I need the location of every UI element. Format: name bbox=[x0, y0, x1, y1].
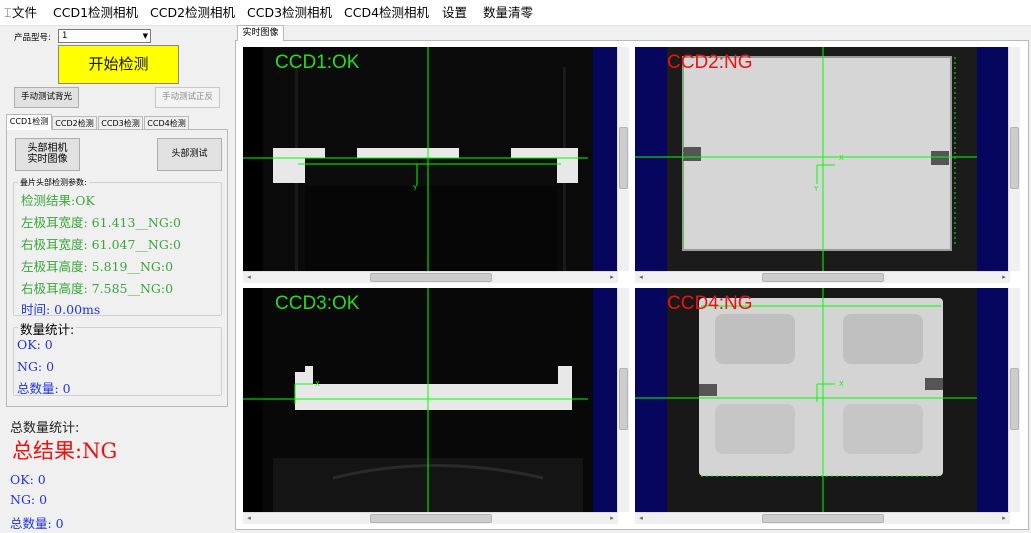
svg-text:X: X bbox=[839, 380, 844, 388]
ccd2-vscroll-thumb[interactable] bbox=[1010, 127, 1019, 189]
menu-bar: ⌶ 文件 CCD1检测相机 CCD2检测相机 CCD3检测相机 CCD4检测相机… bbox=[0, 0, 1031, 26]
total-count-text: 总数量: 0 bbox=[17, 381, 71, 396]
menu-ccd1-camera[interactable]: CCD1检测相机 bbox=[53, 5, 138, 21]
scroll-right-icon[interactable]: ▸ bbox=[998, 512, 1010, 524]
scroll-left-icon[interactable]: ◂ bbox=[243, 512, 255, 524]
tab-ccd3-detect[interactable]: CCD3检测 bbox=[98, 116, 143, 130]
left-panel: 产品型号: 1 ▼ 开始检测 手动测试背光 手动测试正反 CCD1检测 CCD2… bbox=[4, 27, 229, 531]
left-tab-width-text: 左极耳宽度: 61.413__NG:0 bbox=[21, 215, 182, 230]
tab-ccd1-detect[interactable]: CCD1检测 bbox=[6, 114, 52, 130]
scroll-left-icon[interactable]: ◂ bbox=[243, 271, 255, 283]
scroll-right-icon[interactable]: ▸ bbox=[606, 512, 618, 524]
ccd2-image-viewer[interactable]: X Y CCD2:NG bbox=[635, 47, 1017, 271]
total-all-text: 总数量: 0 bbox=[10, 516, 64, 531]
svg-text:X: X bbox=[839, 154, 844, 162]
svg-text:Y: Y bbox=[813, 185, 819, 193]
ccd4-horizontal-scrollbar[interactable]: ◂ ▸ bbox=[635, 512, 1010, 524]
start-detection-button[interactable]: 开始检测 bbox=[58, 45, 179, 84]
tab-ccd2-detect[interactable]: CCD2检测 bbox=[52, 116, 97, 130]
menu-ccd3-camera[interactable]: CCD3检测相机 bbox=[247, 5, 332, 21]
ccd1-status-label: CCD1:OK bbox=[275, 52, 360, 73]
ccd3-status-label: CCD3:OK bbox=[275, 293, 360, 314]
svg-text:X: X bbox=[315, 380, 320, 388]
ccd3-image-viewer[interactable]: X CCD3:OK bbox=[243, 288, 626, 512]
ccd3-hscroll-thumb[interactable] bbox=[370, 514, 492, 523]
menu-ccd4-camera[interactable]: CCD4检测相机 bbox=[344, 5, 429, 21]
ccd1-horizontal-scrollbar[interactable]: ◂ ▸ bbox=[243, 271, 618, 283]
menu-settings[interactable]: 设置 bbox=[442, 5, 467, 21]
ccd3-vscroll-thumb[interactable] bbox=[619, 368, 628, 430]
count-group-title: 数量统计: bbox=[18, 319, 77, 338]
params-groupbox: 叠片头部检测参数: 检测结果:OK 左极耳宽度: 61.413__NG:0 右极… bbox=[13, 177, 222, 317]
ccd2-horizontal-scrollbar[interactable]: ◂ ▸ bbox=[635, 271, 1010, 283]
tab-panel-ccd1: 头部相机 实时图像 头部测试 叠片头部检测参数: 检测结果:OK 左极耳宽度: … bbox=[6, 129, 228, 407]
total-ok-text: OK: 0 bbox=[10, 472, 46, 487]
total-stats-title: 总数量统计: bbox=[10, 421, 80, 436]
ccd2-status-label: CCD2:NG bbox=[667, 52, 753, 73]
params-group-title: 叠片头部检测参数: bbox=[18, 177, 89, 188]
ccd2-vertical-scrollbar[interactable] bbox=[1008, 47, 1020, 271]
scroll-right-icon[interactable]: ▸ bbox=[998, 271, 1010, 283]
ccd2-image: X Y bbox=[635, 47, 1017, 271]
menu-file[interactable]: 文件 bbox=[12, 5, 37, 21]
ccd3-horizontal-scrollbar[interactable]: ◂ ▸ bbox=[243, 512, 618, 524]
ccd1-image: Y bbox=[243, 47, 626, 271]
manual-backlight-test-button[interactable]: 手动测试背光 bbox=[14, 87, 79, 108]
head-test-button[interactable]: 头部测试 bbox=[157, 138, 222, 171]
detect-result-text: 检测结果:OK bbox=[21, 193, 95, 208]
text-cursor-icon: ⌶ bbox=[4, 5, 12, 20]
right-tab-width-text: 右极耳宽度: 61.047__NG:0 bbox=[21, 237, 182, 252]
ng-count-text: NG: 0 bbox=[17, 359, 55, 374]
product-model-select[interactable]: 1 ▼ bbox=[58, 29, 151, 43]
ccd1-image-viewer[interactable]: Y CCD1:OK bbox=[243, 47, 626, 271]
scroll-right-icon[interactable]: ▸ bbox=[606, 271, 618, 283]
ccd1-vertical-scrollbar[interactable] bbox=[617, 47, 629, 271]
ccd2-hscroll-thumb[interactable] bbox=[762, 273, 884, 282]
manual-front-back-test-button[interactable]: 手动测试正反 bbox=[155, 87, 220, 108]
ok-count-text: OK: 0 bbox=[17, 337, 53, 352]
ccd4-hscroll-thumb[interactable] bbox=[762, 514, 884, 523]
chevron-down-icon: ▼ bbox=[142, 32, 148, 40]
tab-ccd4-detect[interactable]: CCD4检测 bbox=[144, 116, 189, 130]
total-stats-panel: 总数量统计: 总结果:NG OK: 0 NG: 0 总数量: 0 bbox=[4, 421, 229, 531]
menu-ccd2-camera[interactable]: CCD2检测相机 bbox=[150, 5, 235, 21]
detect-time-text: 时间: 0.00ms bbox=[21, 302, 101, 317]
right-tab-height-text: 右极耳高度: 7.585__NG:0 bbox=[21, 281, 174, 296]
total-ng-text: NG: 0 bbox=[10, 492, 48, 507]
scroll-left-icon[interactable]: ◂ bbox=[635, 271, 647, 283]
svg-text:Y: Y bbox=[412, 184, 418, 192]
ccd4-vertical-scrollbar[interactable] bbox=[1008, 288, 1020, 512]
image-panel: 实时图像 Y CCD1:OK ◂ ▸ X Y CCD2:NG ◂ ▸ X CCD… bbox=[233, 25, 1029, 530]
ccd3-image: X bbox=[243, 288, 626, 512]
left-tab-height-text: 左极耳高度: 5.819__NG:0 bbox=[21, 259, 174, 274]
head-camera-live-button[interactable]: 头部相机 实时图像 bbox=[15, 138, 80, 171]
count-groupbox: 数量统计: OK: 0 NG: 0 总数量: 0 bbox=[13, 319, 222, 396]
ccd4-status-label: CCD4:NG bbox=[667, 293, 753, 314]
scroll-left-icon[interactable]: ◂ bbox=[635, 512, 647, 524]
app-window: ⌶ 文件 CCD1检测相机 CCD2检测相机 CCD3检测相机 CCD4检测相机… bbox=[0, 0, 1031, 533]
product-model-value: 1 bbox=[62, 31, 68, 41]
tab-live-image[interactable]: 实时图像 bbox=[237, 25, 284, 41]
ccd1-vscroll-thumb[interactable] bbox=[619, 127, 628, 189]
ccd4-image-viewer[interactable]: X CCD4:NG bbox=[635, 288, 1017, 512]
product-model-label: 产品型号: bbox=[14, 33, 51, 43]
ccd1-hscroll-thumb[interactable] bbox=[370, 273, 492, 282]
total-result-text: 总结果:NG bbox=[12, 439, 118, 463]
ccd3-vertical-scrollbar[interactable] bbox=[617, 288, 629, 512]
ccd4-vscroll-thumb[interactable] bbox=[1010, 368, 1019, 430]
ccd4-image: X bbox=[635, 288, 1017, 512]
menu-clear-count[interactable]: 数量清零 bbox=[483, 5, 533, 21]
